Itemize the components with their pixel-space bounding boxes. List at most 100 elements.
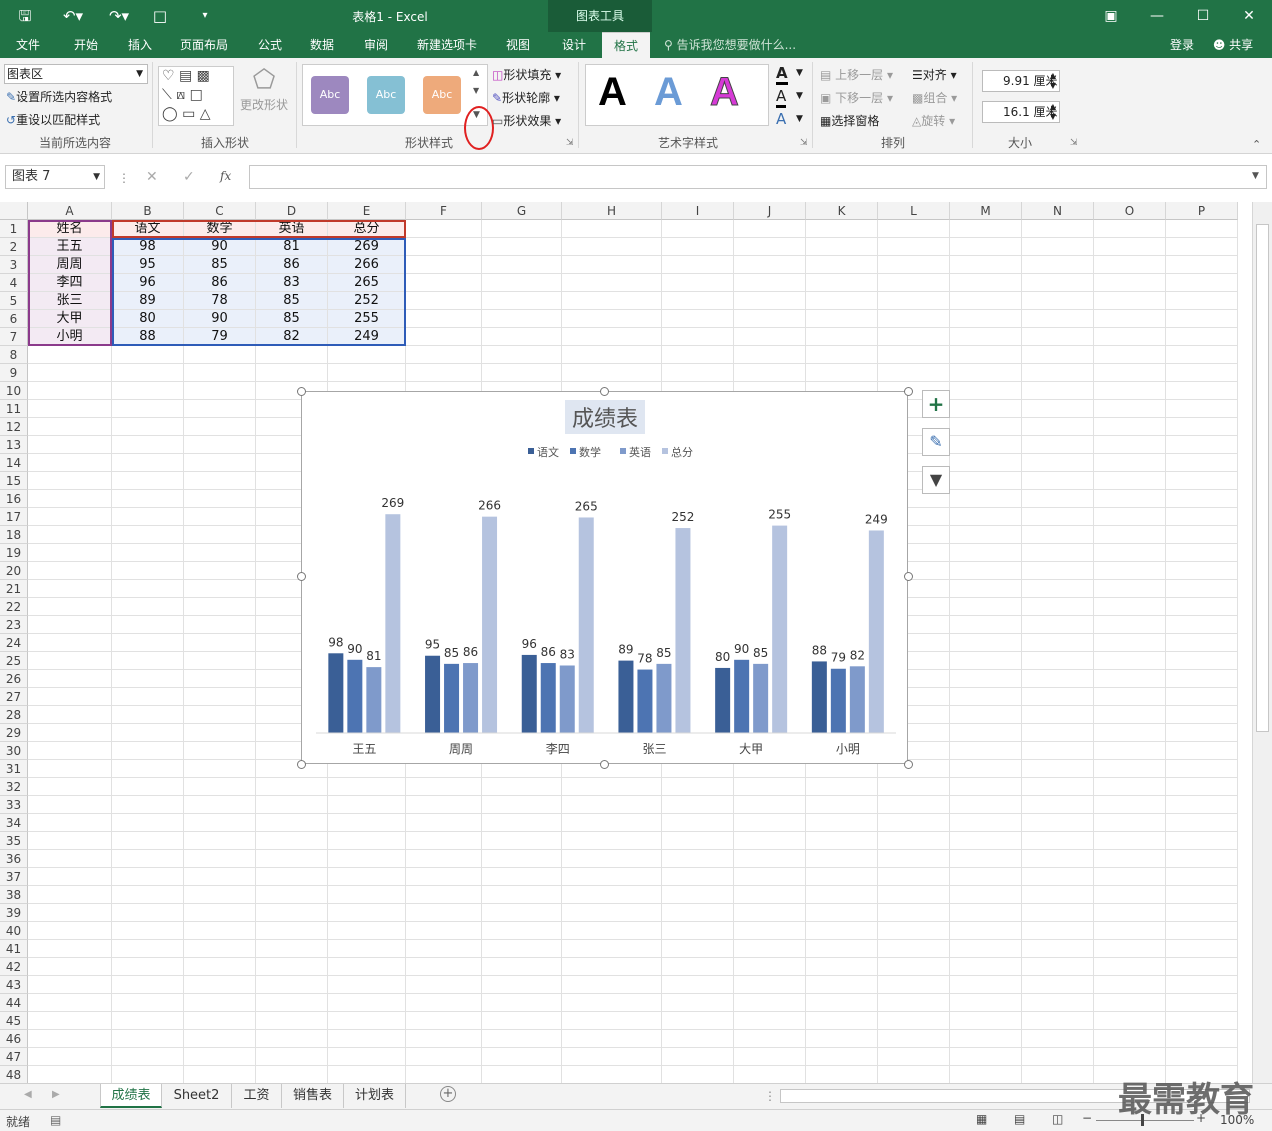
cell[interactable] xyxy=(878,238,950,256)
cell[interactable] xyxy=(256,778,328,796)
cell[interactable] xyxy=(878,940,950,958)
cell[interactable] xyxy=(1094,814,1166,832)
cell[interactable] xyxy=(112,400,184,418)
resize-handle[interactable] xyxy=(297,387,306,396)
resize-handle[interactable] xyxy=(600,760,609,769)
cell[interactable] xyxy=(112,868,184,886)
cell[interactable] xyxy=(184,760,256,778)
cell[interactable] xyxy=(28,976,112,994)
cell[interactable] xyxy=(184,436,256,454)
cell[interactable] xyxy=(184,724,256,742)
cell[interactable] xyxy=(734,256,806,274)
cell[interactable] xyxy=(112,688,184,706)
cell[interactable] xyxy=(112,760,184,778)
page-break-view-icon[interactable]: ◫ xyxy=(1052,1112,1063,1126)
cell[interactable] xyxy=(1094,688,1166,706)
cell[interactable] xyxy=(1166,886,1238,904)
column-header[interactable]: B xyxy=(112,202,184,220)
cell[interactable] xyxy=(662,256,734,274)
cell[interactable] xyxy=(1166,364,1238,382)
cell[interactable] xyxy=(1094,904,1166,922)
cell[interactable] xyxy=(112,580,184,598)
column-header[interactable]: C xyxy=(184,202,256,220)
cell[interactable] xyxy=(950,256,1022,274)
cell[interactable] xyxy=(1022,508,1094,526)
cell[interactable] xyxy=(1166,994,1238,1012)
cell[interactable] xyxy=(662,922,734,940)
cell[interactable]: 83 xyxy=(256,274,328,292)
cell[interactable] xyxy=(256,904,328,922)
cell[interactable] xyxy=(662,1048,734,1066)
cell[interactable] xyxy=(184,778,256,796)
cell[interactable] xyxy=(112,454,184,472)
row-header[interactable]: 34 xyxy=(0,814,28,832)
cell[interactable] xyxy=(482,220,562,238)
cell[interactable] xyxy=(806,310,878,328)
cell[interactable] xyxy=(256,832,328,850)
row-header[interactable]: 4 xyxy=(0,274,28,292)
cell[interactable]: 252 xyxy=(328,292,406,310)
cell[interactable] xyxy=(950,220,1022,238)
cell[interactable] xyxy=(112,670,184,688)
cell[interactable] xyxy=(256,976,328,994)
dialog-launcher-icon[interactable]: ⇲ xyxy=(1070,138,1078,148)
cell[interactable] xyxy=(1166,544,1238,562)
cell[interactable] xyxy=(1094,508,1166,526)
cell[interactable] xyxy=(1094,328,1166,346)
cell[interactable] xyxy=(482,850,562,868)
cell[interactable] xyxy=(406,238,482,256)
cell[interactable] xyxy=(950,490,1022,508)
cell[interactable] xyxy=(256,850,328,868)
cell[interactable] xyxy=(256,1066,328,1083)
cell[interactable] xyxy=(1094,796,1166,814)
row-header[interactable]: 37 xyxy=(0,868,28,886)
row-header[interactable]: 44 xyxy=(0,994,28,1012)
cell[interactable] xyxy=(878,310,950,328)
cell[interactable] xyxy=(112,994,184,1012)
cell[interactable] xyxy=(328,976,406,994)
cell[interactable] xyxy=(28,796,112,814)
cell[interactable] xyxy=(184,742,256,760)
cell[interactable] xyxy=(1022,562,1094,580)
cell[interactable] xyxy=(1022,904,1094,922)
cell[interactable] xyxy=(1166,400,1238,418)
cell[interactable]: 英语 xyxy=(256,220,328,238)
cell[interactable] xyxy=(1166,832,1238,850)
cell[interactable] xyxy=(1022,616,1094,634)
row-header[interactable]: 42 xyxy=(0,958,28,976)
cell[interactable] xyxy=(184,688,256,706)
cell[interactable] xyxy=(1166,616,1238,634)
cell[interactable] xyxy=(950,382,1022,400)
column-header[interactable]: P xyxy=(1166,202,1238,220)
text-effects-icon[interactable]: A xyxy=(776,110,786,128)
cell[interactable] xyxy=(1022,454,1094,472)
cell[interactable]: 张三 xyxy=(28,292,112,310)
cell[interactable] xyxy=(28,1048,112,1066)
cell[interactable] xyxy=(1022,778,1094,796)
cell[interactable] xyxy=(1022,382,1094,400)
cell[interactable] xyxy=(28,382,112,400)
cell[interactable] xyxy=(878,1012,950,1030)
row-header[interactable]: 35 xyxy=(0,832,28,850)
cell[interactable] xyxy=(878,904,950,922)
align-button[interactable]: ☰对齐 ▾ xyxy=(912,66,957,83)
tab-new[interactable]: 新建选项卡 xyxy=(408,32,486,58)
cell[interactable] xyxy=(112,1012,184,1030)
cell[interactable] xyxy=(482,310,562,328)
cell[interactable] xyxy=(1094,598,1166,616)
cell[interactable] xyxy=(734,292,806,310)
cell[interactable] xyxy=(184,850,256,868)
cell[interactable] xyxy=(482,1012,562,1030)
cell[interactable] xyxy=(406,922,482,940)
cell[interactable] xyxy=(878,346,950,364)
cell[interactable] xyxy=(806,1048,878,1066)
cell[interactable] xyxy=(184,454,256,472)
cell[interactable] xyxy=(406,868,482,886)
cell[interactable] xyxy=(406,274,482,292)
cell[interactable] xyxy=(734,220,806,238)
cell[interactable] xyxy=(1166,1012,1238,1030)
cell[interactable] xyxy=(112,526,184,544)
cell[interactable] xyxy=(112,562,184,580)
cell[interactable] xyxy=(734,958,806,976)
cell[interactable] xyxy=(1166,346,1238,364)
